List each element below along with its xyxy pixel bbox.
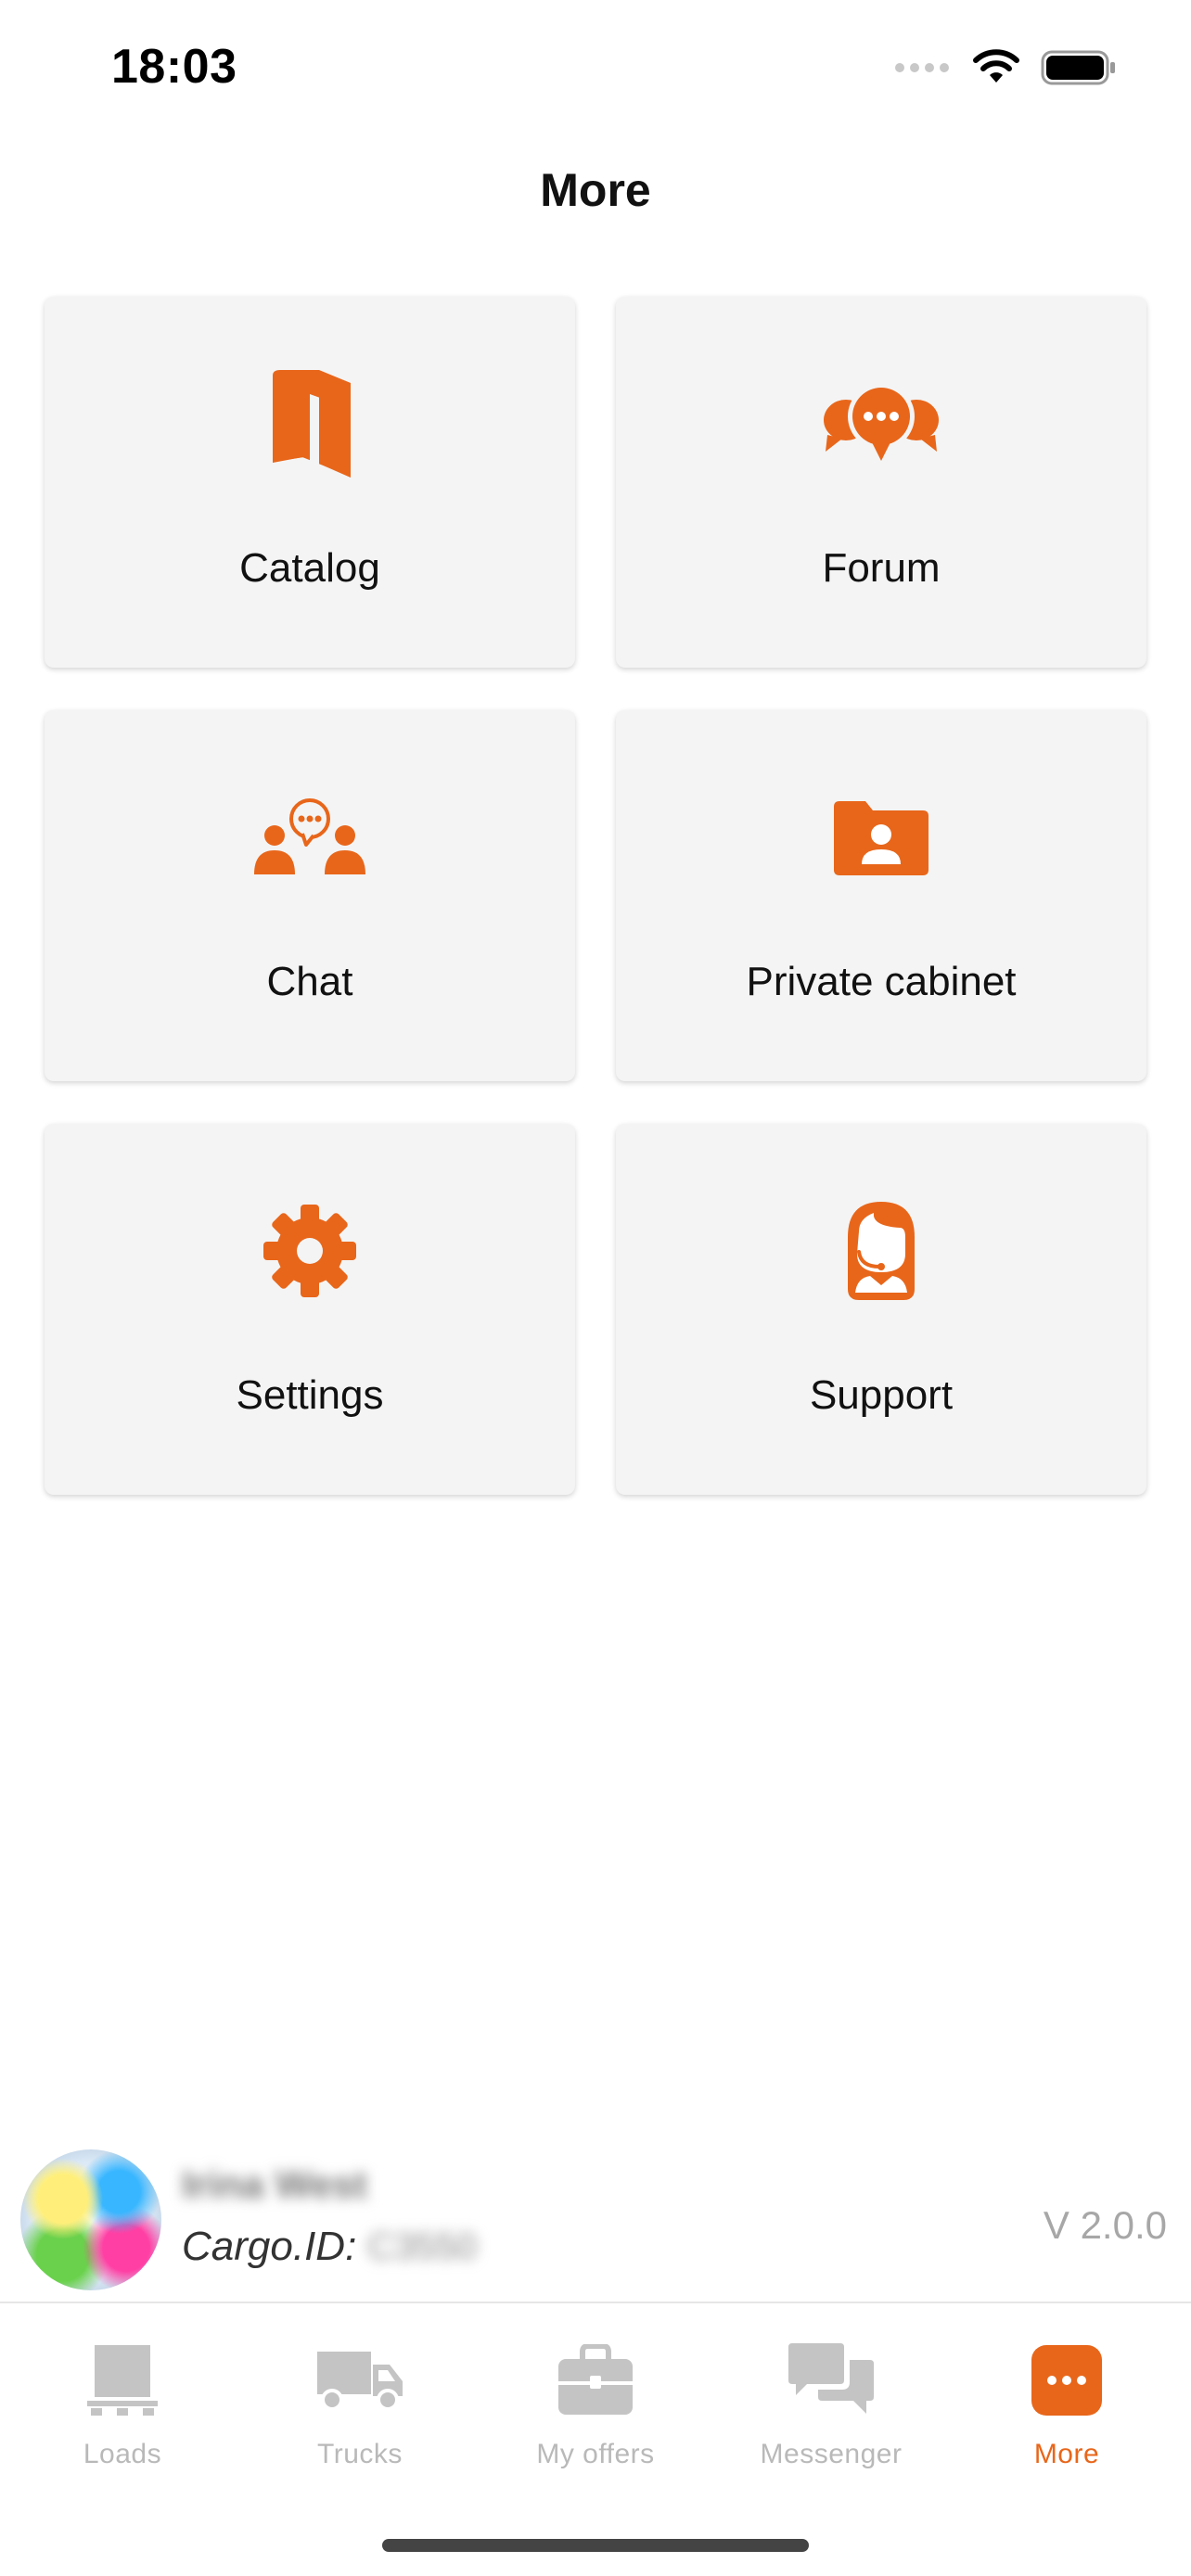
- cargo-id-label: Cargo.ID:: [182, 2224, 357, 2269]
- tab-more-label: More: [1033, 2439, 1100, 2469]
- settings-label: Settings: [236, 1372, 384, 1418]
- more-dots-icon: [1020, 2339, 1113, 2422]
- tab-more[interactable]: More: [955, 2322, 1178, 2507]
- app-version: V 2.0.0: [1043, 2203, 1167, 2247]
- settings-tile[interactable]: Settings: [45, 1124, 575, 1495]
- tab-trucks[interactable]: Trucks: [249, 2322, 471, 2507]
- chat-tile[interactable]: Chat: [45, 710, 575, 1081]
- tab-my-offers-label: My offers: [536, 2439, 655, 2469]
- status-icons: [894, 45, 1117, 91]
- catalog-tile[interactable]: Catalog: [45, 297, 575, 668]
- status-bar: 18:03: [0, 0, 1191, 139]
- tab-messenger[interactable]: Messenger: [720, 2322, 942, 2507]
- status-time: 18:03: [111, 40, 237, 94]
- more-screen: 18:03 More Catalog Forum Chat Private ca…: [0, 0, 1191, 2576]
- group-chat-icon: [245, 777, 375, 898]
- tab-trucks-label: Trucks: [317, 2439, 403, 2469]
- home-indicator[interactable]: [382, 2539, 809, 2552]
- forum-label: Forum: [822, 545, 941, 591]
- cargo-id-value: C3550: [367, 2225, 478, 2267]
- tab-loads-label: Loads: [83, 2439, 162, 2469]
- private-cabinet-label: Private cabinet: [746, 959, 1017, 1004]
- support-tile[interactable]: Support: [616, 1124, 1146, 1495]
- support-agent-icon: [816, 1191, 946, 1311]
- tab-loads[interactable]: Loads: [11, 2322, 234, 2507]
- avatar[interactable]: [20, 2149, 161, 2290]
- chat-bubbles-icon: [785, 2339, 877, 2422]
- cargo-id-row: Cargo.ID: C3550: [182, 2224, 477, 2270]
- support-label: Support: [809, 1372, 954, 1418]
- battery-icon: [1041, 50, 1115, 85]
- private-cabinet-tile[interactable]: Private cabinet: [616, 710, 1146, 1081]
- gear-icon: [245, 1191, 375, 1311]
- truck-icon: [314, 2339, 406, 2422]
- forum-tile[interactable]: Forum: [616, 297, 1146, 668]
- page-title: More: [540, 164, 651, 216]
- user-folder-icon: [816, 777, 946, 898]
- signal-dots-icon: [895, 63, 949, 72]
- tab-messenger-label: Messenger: [760, 2439, 903, 2469]
- user-name: Irina West: [182, 2162, 367, 2206]
- chat-label: Chat: [266, 959, 353, 1004]
- profile-bar[interactable]: Irina West Cargo.ID: C3550 V 2.0.0: [0, 2142, 1191, 2300]
- wifi-icon: [973, 49, 1019, 83]
- forum-icon: [816, 363, 946, 484]
- menu-grid: Catalog Forum Chat Private cabinet Setti…: [45, 297, 1146, 1495]
- briefcase-icon: [549, 2339, 642, 2422]
- tab-my-offers[interactable]: My offers: [484, 2322, 707, 2507]
- tab-bar: Loads Trucks My offers Messenger More: [0, 2302, 1191, 2576]
- catalog-label: Catalog: [239, 545, 380, 591]
- book-icon: [245, 363, 375, 484]
- pallet-icon: [76, 2339, 169, 2422]
